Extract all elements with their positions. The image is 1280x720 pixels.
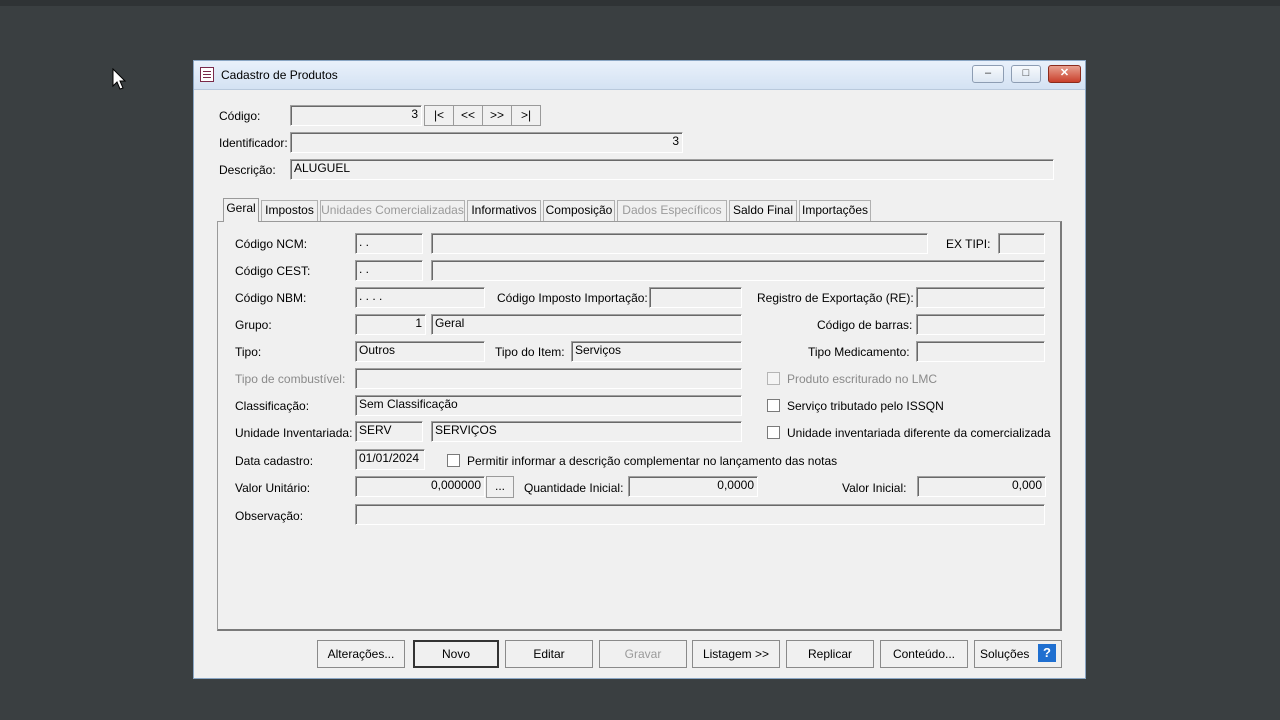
valor-unitario-label: Valor Unitário: [235, 481, 311, 495]
tipo-item-label: Tipo do Item: [495, 345, 565, 359]
title-bar[interactable]: Cadastro de Produtos – □ ✕ [194, 61, 1085, 90]
tab-composicao[interactable]: Composição [543, 200, 615, 221]
descricao-label: Descrição: [219, 163, 276, 177]
desktop-top-strip [0, 0, 1280, 6]
classificacao-label: Classificação: [235, 399, 310, 413]
previous-record-button[interactable]: << [453, 105, 483, 126]
unidade-diferente-label: Unidade inventariada diferente da comerc… [787, 426, 1051, 440]
editar-button[interactable]: Editar [505, 640, 593, 668]
first-record-button[interactable]: |< [424, 105, 454, 126]
grupo-name-field[interactable]: Geral [431, 314, 742, 335]
imposto-importacao-field[interactable] [649, 287, 742, 308]
codigo-label: Código: [219, 109, 261, 123]
imposto-importacao-label: Código Imposto Importação: [497, 291, 648, 305]
codigo-barras-field[interactable] [916, 314, 1045, 335]
unidade-inventariada-label: Unidade Inventariada: [235, 426, 353, 440]
extipi-field[interactable] [998, 233, 1045, 254]
alteracoes-button[interactable]: Alterações... [317, 640, 405, 668]
data-cadastro-field[interactable]: 01/01/2024 [355, 449, 425, 470]
codigo-barras-label: Código de barras: [817, 318, 913, 332]
identificador-field[interactable]: 3 [290, 132, 683, 153]
data-cadastro-label: Data cadastro: [235, 454, 314, 468]
next-record-button[interactable]: >> [482, 105, 512, 126]
quantidade-inicial-field[interactable]: 0,0000 [628, 476, 758, 497]
combustivel-label: Tipo de combustível: [235, 372, 346, 386]
tab-dados-especificos[interactable]: Dados Específicos [617, 200, 727, 221]
observacao-field[interactable] [355, 504, 1045, 525]
cest-description-field[interactable] [431, 260, 1045, 281]
tipo-medicamento-label: Tipo Medicamento: [808, 345, 910, 359]
nbm-label: Código NBM: [235, 291, 307, 305]
extipi-label: EX TIPI: [946, 237, 991, 251]
unidade-diferente-checkbox[interactable] [767, 426, 780, 439]
unidade-code-field[interactable]: SERV [355, 421, 423, 442]
help-icon[interactable]: ? [1038, 644, 1056, 662]
novo-button[interactable]: Novo [413, 640, 499, 668]
valor-inicial-label: Valor Inicial: [842, 481, 907, 495]
tipo-item-field[interactable]: Serviços [571, 341, 742, 362]
identificador-label: Identificador: [219, 136, 288, 150]
conteudo-button[interactable]: Conteúdo... [880, 640, 968, 668]
tipo-label: Tipo: [235, 345, 262, 359]
lmc-label: Produto escriturado no LMC [787, 372, 938, 386]
valor-unitario-lookup-button[interactable]: ... [486, 476, 514, 498]
mouse-cursor-icon [112, 68, 127, 90]
cadastro-produtos-window: Cadastro de Produtos – □ ✕ Código: 3 |< … [193, 60, 1086, 679]
tab-impostos[interactable]: Impostos [261, 200, 318, 221]
descricao-field[interactable]: ALUGUEL [290, 159, 1054, 180]
nbm-field[interactable]: . . . . [355, 287, 485, 308]
close-button[interactable]: ✕ [1048, 65, 1081, 83]
ncm-description-field[interactable] [431, 233, 928, 254]
tab-geral[interactable]: Geral [223, 198, 259, 222]
valor-unitario-field[interactable]: 0,000000 [355, 476, 485, 497]
registro-exportacao-field[interactable] [916, 287, 1045, 308]
last-record-button[interactable]: >| [511, 105, 541, 126]
tab-informativos[interactable]: Informativos [467, 200, 541, 221]
window-title: Cadastro de Produtos [221, 68, 338, 82]
tab-importacoes[interactable]: Importações [799, 200, 871, 221]
tab-unidades-comercializadas[interactable]: Unidades Comercializadas [320, 200, 465, 221]
registro-exportacao-label: Registro de Exportação (RE): [757, 291, 914, 305]
lmc-checkbox[interactable] [767, 372, 780, 385]
observacao-label: Observação: [235, 509, 304, 523]
tab-saldo-final[interactable]: Saldo Final [729, 200, 797, 221]
grupo-code-field[interactable]: 1 [355, 314, 426, 335]
issqn-checkbox[interactable] [767, 399, 780, 412]
tipo-field[interactable]: Outros [355, 341, 485, 362]
issqn-label: Serviço tributado pelo ISSQN [787, 399, 944, 413]
grupo-label: Grupo: [235, 318, 272, 332]
document-icon [200, 67, 214, 82]
replicar-button[interactable]: Replicar [786, 640, 874, 668]
unidade-name-field[interactable]: SERVIÇOS [431, 421, 742, 442]
codigo-field[interactable]: 3 [290, 105, 422, 126]
tipo-medicamento-field[interactable] [916, 341, 1045, 362]
solucoes-label: Soluções [980, 647, 1030, 661]
ncm-field[interactable]: . . [355, 233, 423, 254]
combustivel-field[interactable] [355, 368, 742, 389]
classificacao-field[interactable]: Sem Classificação [355, 395, 742, 416]
minimize-button[interactable]: – [972, 65, 1004, 83]
permitir-descricao-label: Permitir informar a descrição complement… [467, 454, 838, 468]
gravar-button[interactable]: Gravar [599, 640, 687, 668]
valor-inicial-field[interactable]: 0,000 [917, 476, 1046, 497]
cest-field[interactable]: . . [355, 260, 423, 281]
ncm-label: Código NCM: [235, 237, 308, 251]
listagem-button[interactable]: Listagem >> [692, 640, 780, 668]
cest-label: Código CEST: [235, 264, 311, 278]
quantidade-inicial-label: Quantidade Inicial: [524, 481, 624, 495]
permitir-descricao-checkbox[interactable] [447, 454, 460, 467]
maximize-button[interactable]: □ [1011, 65, 1041, 83]
